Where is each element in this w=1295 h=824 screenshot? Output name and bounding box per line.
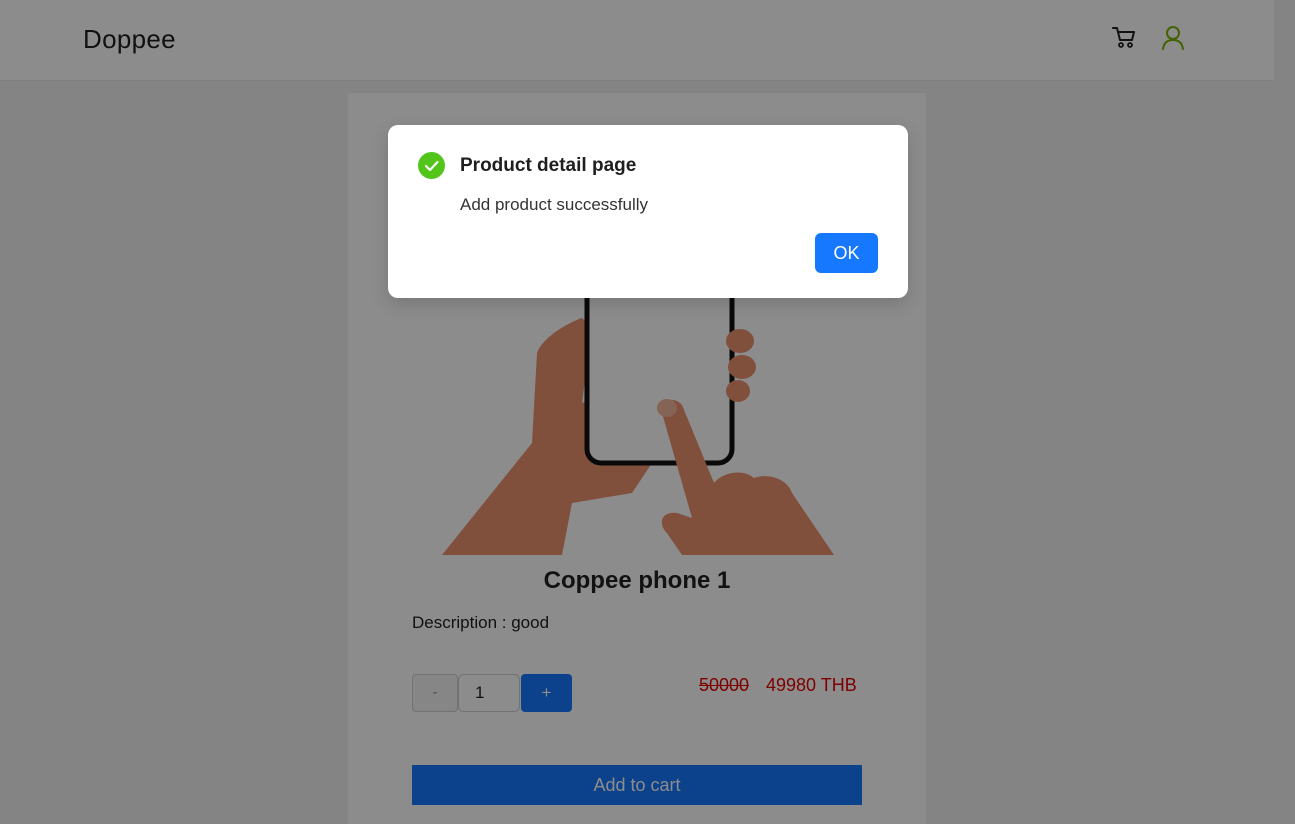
modal-message: Add product successfully (460, 195, 649, 214)
success-modal: Product detail page Add product successf… (388, 125, 908, 298)
ok-button[interactable]: OK (815, 233, 878, 273)
check-circle-icon (418, 152, 445, 179)
modal-title: Product detail page (460, 155, 637, 176)
modal-overlay[interactable] (0, 0, 1295, 824)
